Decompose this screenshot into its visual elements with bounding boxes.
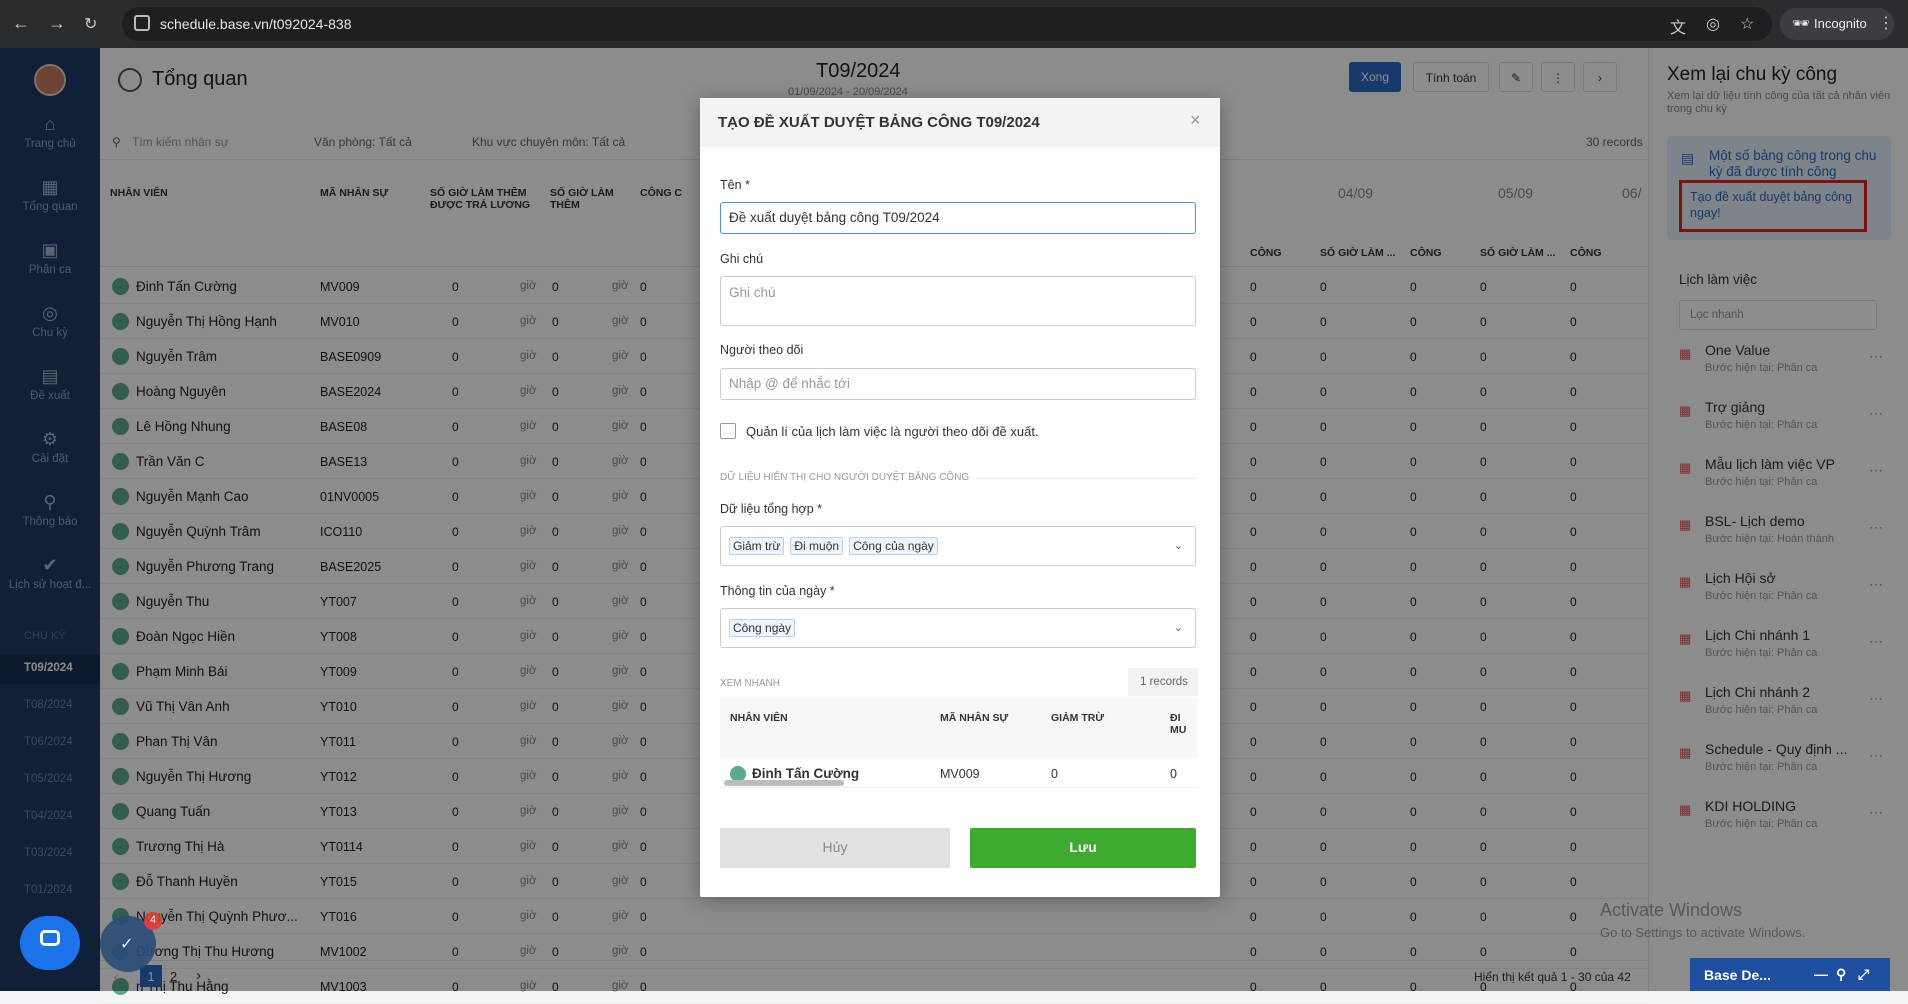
- checkbox-label: Quản lí của lịch làm việc là người theo …: [746, 424, 1039, 439]
- preview-col: GIẢM TRỪ: [1051, 712, 1105, 724]
- summary-label: Dữ liệu tổng hợp *: [720, 502, 823, 516]
- follower-label: Người theo dõi: [720, 343, 804, 357]
- chevron-down-icon[interactable]: ⌄: [1174, 539, 1183, 552]
- day-info-select[interactable]: Công ngày ⌄: [720, 608, 1196, 648]
- search-icon[interactable]: ⚲: [1836, 966, 1846, 983]
- name-input[interactable]: Đề xuất duyệt bảng công T09/2024: [720, 202, 1196, 234]
- note-placeholder: Ghi chú: [729, 285, 776, 300]
- follower-placeholder: Nhập @ để nhắc tới: [729, 376, 850, 391]
- incognito-label: Incognito: [1814, 16, 1867, 31]
- preview-name: Đinh Tấn Cường: [752, 766, 860, 781]
- note-label: Ghi chú: [720, 252, 764, 266]
- back-icon[interactable]: ←: [12, 13, 30, 34]
- preview-code: MV009: [940, 767, 980, 781]
- preview-giam-tru: 0: [1051, 767, 1058, 781]
- preview-table: XEM NHANH 1 records NHÂN VIÊN MÃ NHÂN SỰ…: [720, 668, 1198, 788]
- horizontal-scrollbar[interactable]: [724, 780, 844, 786]
- address-bar[interactable]: schedule.base.vn/t092024-838 文 ◎ ☆: [122, 7, 1772, 41]
- mini-bar-label: Base De...: [1704, 967, 1771, 983]
- chevron-down-icon[interactable]: ⌄: [1174, 621, 1183, 634]
- close-icon[interactable]: ×: [1190, 110, 1201, 131]
- preview-col: NHÂN VIÊN: [730, 712, 788, 724]
- tag[interactable]: Công của ngày: [849, 537, 938, 555]
- preview-col: ĐI MU: [1170, 712, 1187, 736]
- modal-title: TẠO ĐỀ XUẤT DUYỆT BẢNG CÔNG T09/2024: [718, 114, 1040, 131]
- preview-header: NHÂN VIÊN MÃ NHÂN SỰ GIẢM TRỪ ĐI MU: [720, 698, 1198, 758]
- manager-follow-checkbox[interactable]: [720, 423, 736, 439]
- expand-icon[interactable]: ⤢: [1858, 966, 1869, 983]
- day-info-label: Thông tin của ngày *: [720, 584, 835, 598]
- modal-header: TẠO ĐỀ XUẤT DUYỆT BẢNG CÔNG T09/2024 ×: [700, 98, 1220, 147]
- menu-dots-icon[interactable]: ⋮: [1878, 13, 1894, 33]
- divider: [976, 478, 1196, 479]
- tag[interactable]: Đi muộn: [790, 537, 844, 555]
- browser-bar: ← → ↻ schedule.base.vn/t092024-838 文 ◎ ☆…: [0, 0, 1908, 48]
- reload-icon[interactable]: ↻: [84, 14, 97, 34]
- url-text[interactable]: schedule.base.vn/t092024-838: [160, 16, 351, 32]
- preview-col: MÃ NHÂN SỰ: [940, 712, 1009, 724]
- clipboard-icon: ✓: [120, 936, 134, 953]
- preview-label: XEM NHANH: [720, 678, 781, 689]
- eye-off-icon[interactable]: ◎: [1706, 14, 1720, 34]
- preview-records: 1 records: [1128, 668, 1198, 696]
- follower-input[interactable]: Nhập @ để nhắc tới: [720, 368, 1196, 400]
- section-label: DỮ LIỆU HIỂN THỊ CHO NGƯỜI DUYỆT BẢNG CÔ…: [720, 472, 970, 483]
- tag[interactable]: Giảm trừ: [729, 537, 785, 555]
- site-info-icon[interactable]: [134, 15, 150, 31]
- translate-icon[interactable]: 文: [1670, 14, 1686, 38]
- proposal-modal: TẠO ĐỀ XUẤT DUYỆT BẢNG CÔNG T09/2024 × T…: [700, 98, 1220, 897]
- star-icon[interactable]: ☆: [1740, 14, 1754, 34]
- chat-button[interactable]: [20, 916, 80, 970]
- cancel-button[interactable]: Hủy: [720, 828, 950, 868]
- incognito-badge[interactable]: 🕶 Incognito: [1780, 8, 1894, 40]
- tag[interactable]: Công ngày: [729, 619, 796, 637]
- task-badge: 4: [144, 912, 162, 930]
- summary-select[interactable]: Giảm trừ Đi muộn Công của ngày ⌄: [720, 526, 1196, 566]
- note-textarea[interactable]: Ghi chú: [720, 276, 1196, 326]
- name-value: Đề xuất duyệt bảng công T09/2024: [729, 210, 940, 225]
- mini-chat-bar[interactable]: Base De... — ⚲ ⤢: [1690, 958, 1890, 991]
- preview-di-muon: 0: [1170, 767, 1177, 781]
- chat-icon: [40, 930, 60, 946]
- task-button[interactable]: ✓ 4: [100, 912, 162, 972]
- minimize-icon[interactable]: —: [1814, 966, 1828, 982]
- forward-icon[interactable]: →: [48, 13, 66, 34]
- incognito-icon: 🕶: [1792, 15, 1810, 31]
- save-button[interactable]: Lưu: [970, 828, 1196, 868]
- name-label: Tên *: [720, 178, 750, 192]
